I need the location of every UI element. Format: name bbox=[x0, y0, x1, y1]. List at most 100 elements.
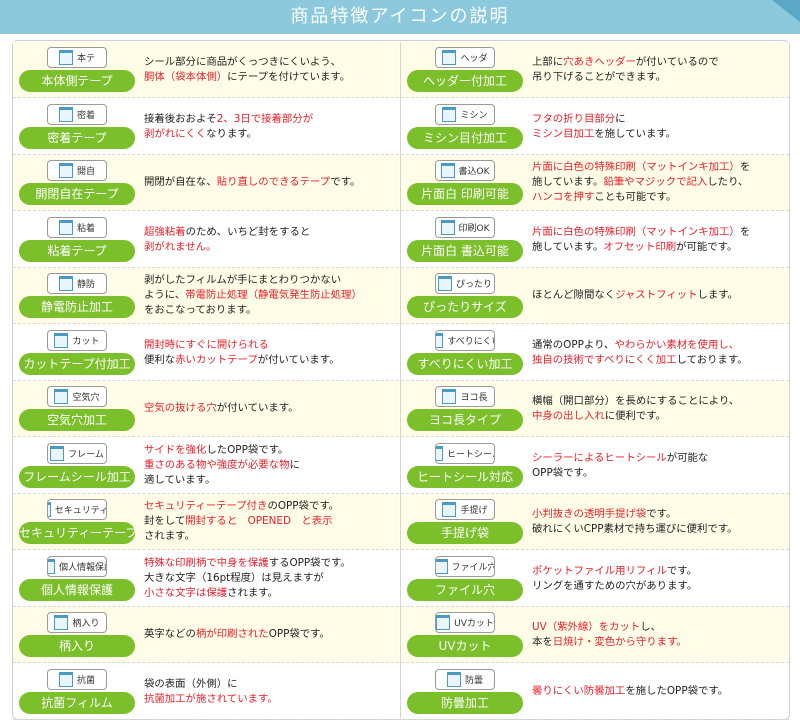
feature-icon: ファイル穴 bbox=[435, 555, 495, 577]
feature-badge: ヨコ長 ヨコ長タイプ bbox=[407, 386, 523, 432]
feature-row: 書込OK 片面白 印刷可能 片面に白色の特殊印刷（マットインキ加工）を 施しています。… bbox=[401, 155, 789, 211]
bag-icon bbox=[440, 163, 455, 178]
description-line: 片面に白色の特殊印刷（マットインキ加工）を bbox=[532, 225, 785, 240]
highlight-text: ハンコを押す bbox=[532, 191, 595, 203]
description-text: を bbox=[739, 161, 751, 173]
description-line: 通常のOPPより、やわらかい素材を使用し、 bbox=[532, 338, 785, 353]
highlight-text: オフセット印刷 bbox=[603, 240, 677, 253]
description-text: を施したOPP袋です。 bbox=[625, 684, 729, 697]
description-text: 剥がしたフィルムが手にまとわりつかない bbox=[144, 274, 342, 286]
feature-label: すべりにくい加工 bbox=[407, 352, 523, 375]
feature-row: 密着 密着テープ 接着後おおよそ2、3日で接着部分が 剥がれにくくなります。 bbox=[13, 99, 399, 155]
feature-row: 本テ 本体側テープ シール部分に商品がくっつきにくいよう、 胴体（袋本体側）にテープを… bbox=[13, 42, 399, 98]
description-text: のOPP袋です。 bbox=[267, 500, 340, 512]
feature-label: 片面白 書込可能 bbox=[407, 239, 523, 262]
feature-description: 曇りにくい防曇加工を施したOPP袋です。 bbox=[532, 684, 785, 699]
feature-label: カットテープ付加工 bbox=[19, 352, 135, 375]
feature-row: 柄入り 柄入り 英字などの柄が印刷されたOPP袋です。 bbox=[13, 607, 399, 663]
feature-label: ファイル穴 bbox=[407, 578, 523, 601]
description-line: 開閉が自在な、貼り直しのできるテープです。 bbox=[144, 175, 395, 190]
feature-badge: 手提げ 手提げ袋 bbox=[407, 499, 523, 545]
highlight-text: やわらかい素材を使用し、 bbox=[614, 338, 740, 351]
feature-icon-text: 静防 bbox=[76, 280, 95, 290]
bag-icon bbox=[436, 332, 444, 348]
feature-icon-text: ヨコ長 bbox=[460, 393, 488, 403]
highlight-text: 曇りにくい防曇加工 bbox=[532, 684, 626, 697]
feature-description: ほとんど隙間なくジャストフィットします。 bbox=[532, 288, 785, 303]
description-line: 吊り下げることができます。 bbox=[532, 70, 785, 85]
description-text: に bbox=[615, 112, 626, 125]
description-line: 曇りにくい防曇加工を施したOPP袋です。 bbox=[532, 684, 785, 699]
feature-row: 粘着 粘着テープ 超強粘着のため、いちど封をすると 剥がれません。 bbox=[13, 212, 399, 268]
feature-description: 接着後おおよそ2、3日で接着部分が 剥がれにくくなります。 bbox=[144, 112, 395, 142]
feature-description: 片面に白色の特殊印刷（マットインキ加工）を 施しています。鉛筆やマジックで記入した… bbox=[532, 160, 785, 205]
feature-description: 超強粘着のため、いちど封をすると 剥がれません。 bbox=[144, 225, 395, 255]
description-text: にテープを付けています。 bbox=[227, 71, 351, 83]
feature-row: 開自 開閉自在テープ 開閉が自在な、貼り直しのできるテープです。 bbox=[13, 155, 399, 211]
bag-icon bbox=[436, 558, 448, 574]
feature-icon-text: 密着 bbox=[76, 110, 95, 121]
description-text: ほとんど隙間なく bbox=[532, 289, 616, 301]
bag-icon bbox=[50, 445, 65, 461]
description-text: です。 bbox=[646, 508, 677, 520]
bag-icon bbox=[446, 671, 461, 687]
feature-description: 上部に穴あきヘッダーが付いているので 吊り下げることができます。 bbox=[532, 55, 785, 85]
feature-description: 開閉が自在な、貼り直しのできるテープです。 bbox=[144, 175, 395, 190]
feature-icon-text: 粘着 bbox=[76, 223, 95, 234]
feature-badge: 書込OK 片面白 印刷可能 bbox=[407, 160, 523, 206]
description-text: リングを通すための穴があります。 bbox=[532, 579, 698, 592]
feature-badge: 防曇 防曇加工 bbox=[407, 668, 523, 715]
feature-icon: ヘッダ bbox=[435, 47, 495, 68]
page-title: 商品特徴アイコンの説明 bbox=[290, 6, 510, 27]
bag-icon bbox=[442, 389, 457, 404]
highlight-text: 日焼け・変色から守ります。 bbox=[552, 636, 687, 648]
feature-icon-text: ミシン bbox=[460, 110, 488, 121]
feature-icon: ミシン bbox=[435, 103, 495, 125]
feature-row: ヒートシールヒートシール対応シーラーによるヒートシールが可能なOPP袋です。 bbox=[401, 438, 789, 494]
feature-description: シール部分に商品がくっつきにくいよう、 胴体（袋本体側）にテープを付けています。 bbox=[144, 55, 395, 85]
description-line: 片面に白色の特殊印刷（マットインキ加工）を bbox=[532, 160, 785, 175]
description-line: 便利な赤いカットテープが付いています。 bbox=[144, 353, 395, 368]
highlight-text: 鉛筆やマジックで記入 bbox=[603, 176, 708, 188]
highlight-text: 小さな文字は保護 bbox=[144, 586, 228, 599]
bag-icon bbox=[48, 558, 55, 574]
description-text: 吊り下げることができます。 bbox=[532, 71, 667, 83]
description-line: 剥がれません。 bbox=[144, 240, 395, 255]
feature-icon-text: 空気穴 bbox=[72, 393, 100, 403]
description-text: されます。 bbox=[227, 586, 279, 599]
description-text: シール部分に商品がくっつきにくいよう、 bbox=[144, 56, 342, 68]
highlight-text: 特殊な印刷柄で中身を保護 bbox=[144, 556, 269, 569]
bag-icon bbox=[440, 219, 455, 235]
description-line: シール部分に商品がくっつきにくいよう、 bbox=[144, 55, 395, 70]
feature-badge: 個人情報保護個人情報保護 bbox=[19, 555, 135, 602]
header-bar: 商品特徴アイコンの説明 bbox=[0, 0, 800, 34]
description-line: リングを通すための穴があります。 bbox=[532, 579, 785, 594]
feature-row: 抗菌 抗菌フィルム 袋の表面（外側）に 抗菌加工が施されています。 bbox=[13, 664, 399, 720]
description-line: されます。 bbox=[144, 529, 395, 544]
highlight-text: 開封すると OPENED と表示 bbox=[185, 515, 333, 527]
description-text: したり、 bbox=[707, 176, 749, 188]
feature-row: 個人情報保護個人情報保護特殊な印刷柄で中身を保護するOPP袋です。大きな文字（1… bbox=[13, 551, 399, 607]
bag-icon bbox=[54, 332, 69, 348]
description-line: 重さのある物や強度が必要な物に bbox=[144, 458, 395, 473]
feature-row: すべりにくいすべりにくい加工通常のOPPより、やわらかい素材を使用し、独自の技術… bbox=[401, 325, 789, 381]
description-line: 大きな文字（16pt程度）は見えますが bbox=[144, 571, 395, 586]
feature-badge: ファイル穴 ファイル穴 bbox=[407, 555, 523, 602]
feature-description: 空気の抜ける穴が付いています。 bbox=[144, 401, 395, 416]
feature-icon: 柄入り bbox=[47, 612, 107, 633]
feature-icon-text: UVカット bbox=[454, 619, 494, 629]
description-text: するOPP袋です。 bbox=[268, 556, 351, 569]
feature-row: 空気穴 空気穴加工 空気の抜ける穴が付いています。 bbox=[13, 381, 399, 437]
bag-icon bbox=[442, 50, 457, 65]
description-line: 中身の出し入れに便利です。 bbox=[532, 409, 785, 424]
description-text: されます。 bbox=[144, 530, 195, 542]
feature-icon: 書込OK bbox=[435, 160, 495, 181]
bag-icon bbox=[58, 163, 73, 178]
description-line: 抗菌加工が施されています。 bbox=[144, 692, 395, 707]
highlight-text: シーラーによるヒートシール bbox=[532, 451, 667, 464]
feature-icon: 手提げ bbox=[435, 499, 495, 520]
description-text: をおこなっております。 bbox=[144, 304, 257, 316]
feature-description: 開封時にすぐに開けられる 便利な赤いカットテープが付いています。 bbox=[144, 338, 395, 368]
description-line: OPP袋です。 bbox=[532, 466, 785, 481]
feature-badge: ぴったり ぴったりサイズ bbox=[407, 273, 523, 319]
